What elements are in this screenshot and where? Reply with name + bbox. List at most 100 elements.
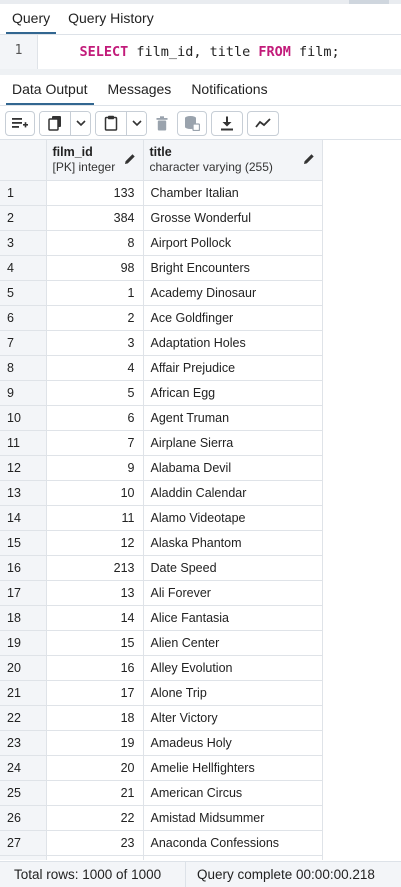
table-row[interactable]: 12 9 Alabama Devil — [0, 455, 323, 481]
delete-row-button[interactable] — [151, 110, 173, 136]
add-row-button[interactable] — [5, 110, 35, 136]
title-cell[interactable]: Amadeus Holy — [143, 730, 323, 756]
table-row[interactable]: 27 23 Anaconda Confessions — [0, 830, 323, 856]
table-row[interactable]: 2 384 Grosse Wonderful — [0, 205, 323, 231]
film-id-cell[interactable]: 6 — [46, 405, 144, 431]
film-id-cell[interactable]: 9 — [46, 455, 144, 481]
film-id-cell[interactable]: 21 — [46, 780, 144, 806]
row-number-cell[interactable]: 5 — [0, 280, 47, 306]
table-row[interactable]: 20 16 Alley Evolution — [0, 655, 323, 681]
row-number-cell[interactable]: 10 — [0, 405, 47, 431]
title-cell[interactable]: Alamo Videotape — [143, 505, 323, 531]
table-row[interactable]: 3 8 Airport Pollock — [0, 230, 323, 256]
tab-messages[interactable]: Messages — [102, 74, 178, 105]
title-cell[interactable]: Ali Forever — [143, 580, 323, 606]
table-row[interactable]: 18 14 Alice Fantasia — [0, 605, 323, 631]
film-id-cell[interactable]: 11 — [46, 505, 144, 531]
row-number-cell[interactable]: 13 — [0, 480, 47, 506]
row-number-header[interactable] — [0, 140, 47, 181]
table-row[interactable]: 17 13 Ali Forever — [0, 580, 323, 606]
film-id-cell[interactable]: 14 — [46, 605, 144, 631]
row-number-cell[interactable]: 24 — [0, 755, 47, 781]
table-row[interactable]: 1 133 Chamber Italian — [0, 180, 323, 206]
table-row[interactable]: 21 17 Alone Trip — [0, 680, 323, 706]
title-cell[interactable]: Alice Fantasia — [143, 605, 323, 631]
table-row[interactable]: 15 12 Alaska Phantom — [0, 530, 323, 556]
title-cell[interactable]: Anaconda Confessions — [143, 830, 323, 856]
film-id-cell[interactable]: 4 — [46, 355, 144, 381]
title-cell[interactable]: Amistad Midsummer — [143, 805, 323, 831]
film-id-cell[interactable]: 12 — [46, 530, 144, 556]
film-id-cell[interactable]: 18 — [46, 705, 144, 731]
row-number-cell[interactable]: 16 — [0, 555, 47, 581]
row-number-cell[interactable]: 4 — [0, 255, 47, 281]
row-number-cell[interactable]: 27 — [0, 830, 47, 856]
title-cell[interactable]: Alabama Devil — [143, 455, 323, 481]
title-cell[interactable]: Grosse Wonderful — [143, 205, 323, 231]
film-id-cell[interactable]: 2 — [46, 305, 144, 331]
copy-options-dropdown[interactable] — [70, 111, 90, 135]
title-cell[interactable]: Academy Dinosaur — [143, 280, 323, 306]
film-id-cell[interactable]: 23 — [46, 830, 144, 856]
film-id-cell[interactable]: 17 — [46, 680, 144, 706]
film-id-cell[interactable]: 384 — [46, 205, 144, 231]
row-number-cell[interactable]: 1 — [0, 180, 47, 206]
film-id-cell[interactable]: 8 — [46, 230, 144, 256]
film-id-cell[interactable]: 10 — [46, 480, 144, 506]
title-cell[interactable]: Affair Prejudice — [143, 355, 323, 381]
film-id-cell[interactable]: 98 — [46, 255, 144, 281]
title-cell[interactable]: Analyze Hoosiers — [143, 855, 323, 860]
table-row[interactable]: 16 213 Date Speed — [0, 555, 323, 581]
row-number-cell[interactable]: 15 — [0, 530, 47, 556]
table-row[interactable]: 14 11 Alamo Videotape — [0, 505, 323, 531]
film-id-cell[interactable]: 13 — [46, 580, 144, 606]
title-cell[interactable]: Adaptation Holes — [143, 330, 323, 356]
download-button[interactable] — [211, 110, 243, 136]
row-number-cell[interactable]: 20 — [0, 655, 47, 681]
row-number-cell[interactable]: 12 — [0, 455, 47, 481]
film-id-cell[interactable]: 24 — [46, 855, 144, 860]
table-row[interactable]: 7 3 Adaptation Holes — [0, 330, 323, 356]
table-row[interactable]: 8 4 Affair Prejudice — [0, 355, 323, 381]
film-id-cell[interactable]: 15 — [46, 630, 144, 656]
title-cell[interactable]: Bright Encounters — [143, 255, 323, 281]
title-cell[interactable]: American Circus — [143, 780, 323, 806]
table-row[interactable]: 24 20 Amelie Hellfighters — [0, 755, 323, 781]
table-row[interactable]: 26 22 Amistad Midsummer — [0, 805, 323, 831]
film-id-cell[interactable]: 1 — [46, 280, 144, 306]
row-number-cell[interactable]: 6 — [0, 305, 47, 331]
film-id-cell[interactable]: 133 — [46, 180, 144, 206]
save-data-button[interactable] — [177, 110, 207, 136]
sql-editor[interactable]: 1 SELECT film_id, title FROM film; — [0, 35, 401, 69]
table-row[interactable]: 2824Analyze Hoosiers — [0, 855, 323, 860]
tab-data-output[interactable]: Data Output — [6, 74, 94, 105]
title-cell[interactable]: African Egg — [143, 380, 323, 406]
table-row[interactable]: 19 15 Alien Center — [0, 630, 323, 656]
title-cell[interactable]: Airport Pollock — [143, 230, 323, 256]
title-cell[interactable]: Amelie Hellfighters — [143, 755, 323, 781]
row-number-cell[interactable]: 21 — [0, 680, 47, 706]
row-number-cell[interactable]: 3 — [0, 230, 47, 256]
film-id-cell[interactable]: 19 — [46, 730, 144, 756]
graph-visualiser-button[interactable] — [247, 110, 279, 136]
title-cell[interactable]: Agent Truman — [143, 405, 323, 431]
row-number-cell[interactable]: 22 — [0, 705, 47, 731]
paste-button[interactable] — [96, 111, 126, 135]
row-number-cell[interactable]: 14 — [0, 505, 47, 531]
table-row[interactable]: 4 98 Bright Encounters — [0, 255, 323, 281]
row-number-cell[interactable]: 18 — [0, 605, 47, 631]
title-cell[interactable]: Aladdin Calendar — [143, 480, 323, 506]
film-id-cell[interactable]: 5 — [46, 380, 144, 406]
row-number-cell[interactable]: 9 — [0, 380, 47, 406]
film-id-cell[interactable]: 20 — [46, 755, 144, 781]
film-id-cell[interactable]: 16 — [46, 655, 144, 681]
table-row[interactable]: 10 6 Agent Truman — [0, 405, 323, 431]
table-row[interactable]: 5 1 Academy Dinosaur — [0, 280, 323, 306]
edit-pencil-icon[interactable] — [303, 153, 315, 165]
title-cell[interactable]: Chamber Italian — [143, 180, 323, 206]
title-cell[interactable]: Alley Evolution — [143, 655, 323, 681]
table-row[interactable]: 13 10 Aladdin Calendar — [0, 480, 323, 506]
row-number-cell[interactable]: 2 — [0, 205, 47, 231]
row-number-cell[interactable]: 23 — [0, 730, 47, 756]
tab-notifications[interactable]: Notifications — [185, 74, 273, 105]
